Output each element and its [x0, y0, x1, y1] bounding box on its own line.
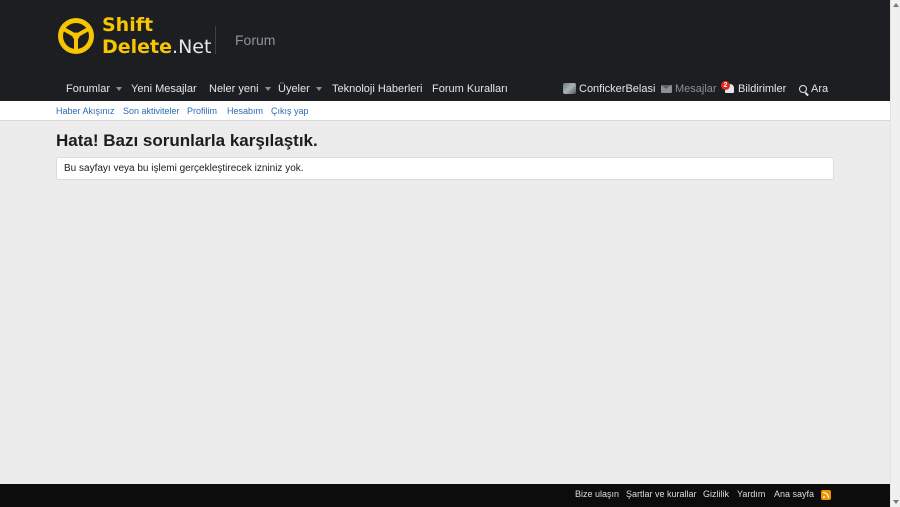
logo-emblem-icon [58, 18, 94, 54]
nav-ara[interactable]: Ara [799, 83, 828, 95]
logo-text-delete-main: Delete [102, 36, 173, 58]
nav-neler-yeni[interactable]: Neler yeni [209, 83, 271, 95]
footer-sartlar[interactable]: Şartlar ve kurallar [626, 489, 697, 499]
nav-user-account[interactable]: ConfickerBelasi [563, 83, 655, 95]
nav-teknoloji-haberleri[interactable]: Teknoloji Haberleri [332, 83, 423, 95]
search-icon [799, 85, 807, 93]
subnav-hesabim[interactable]: Hesabım [227, 106, 263, 116]
footer-gizlilik[interactable]: Gizlilik [703, 489, 729, 499]
site-header: Shift Delete.Net Forum [0, 0, 890, 80]
footer-yardim[interactable]: Yardım [737, 489, 765, 499]
page-title: Hata! Bazı sorunlarla karşılaştık. [56, 131, 318, 150]
nav-uyeler-label: Üyeler [278, 83, 310, 95]
header-section-label[interactable]: Forum [235, 32, 275, 48]
nav-username: ConfickerBelasi [579, 83, 656, 95]
nav-forum-kurallari[interactable]: Forum Kuralları [432, 83, 508, 95]
nav-bildirimler-label: Bildirimler [738, 83, 787, 95]
nav-uyeler[interactable]: Üyeler [278, 83, 322, 95]
nav-forumlar-label: Forumlar [66, 83, 111, 95]
scroll-down-icon[interactable] [893, 500, 899, 504]
sub-navigation: Haber Akışınız Son aktiviteler Profilim … [0, 101, 890, 121]
site-footer: Bize ulaşın Şartlar ve kurallar Gizlilik… [0, 484, 890, 507]
nav-yeni-mesajlar[interactable]: Yeni Mesajlar [131, 83, 197, 95]
logo-text-net: .Net [172, 36, 212, 58]
nav-forumlar[interactable]: Forumlar [66, 83, 123, 95]
subnav-haber-akisi[interactable]: Haber Akışınız [56, 106, 115, 116]
error-message-box: Bu sayfayı veya bu işlemi gerçekleştirec… [56, 157, 834, 180]
nav-neler-yeni-label: Neler yeni [209, 83, 259, 95]
subnav-son-aktiviteler[interactable]: Son aktiviteler [123, 106, 180, 116]
avatar [563, 83, 576, 94]
nav-bildirimler[interactable]: Bildirimler [725, 83, 786, 95]
nav-mesajlar-label: Mesajlar [675, 83, 717, 95]
notification-count-badge: 2 [721, 81, 730, 90]
chevron-down-icon[interactable] [116, 87, 123, 92]
footer-bize-ulasin[interactable]: Bize ulaşın [575, 489, 619, 499]
vertical-scrollbar[interactable] [890, 0, 900, 507]
site-logo[interactable]: Shift Delete.Net [56, 14, 211, 60]
subnav-profilim[interactable]: Profilim [187, 106, 217, 116]
chevron-down-icon[interactable] [315, 87, 322, 92]
error-message-text: Bu sayfayı veya bu işlemi gerçekleştirec… [64, 163, 304, 174]
header-divider [215, 26, 216, 54]
subnav-cikis-yap[interactable]: Çıkış yap [271, 106, 309, 116]
footer-ana-sayfa[interactable]: Ana sayfa [774, 489, 814, 499]
scroll-up-icon[interactable] [893, 3, 899, 7]
rss-icon[interactable] [821, 490, 831, 500]
nav-ara-label: Ara [811, 83, 829, 95]
main-navigation: Forumlar Yeni Mesajlar Neler yeni Üyeler… [0, 80, 890, 101]
page: Shift Delete.Net Forum Forumlar Yeni Mes… [0, 0, 890, 507]
nav-mesajlar[interactable]: Mesajlar [661, 83, 717, 95]
logo-text-shift: Shift [102, 14, 154, 36]
envelope-icon [661, 85, 672, 93]
logo-text-delete: Delete.Net [102, 36, 211, 58]
chevron-down-icon[interactable] [264, 87, 271, 92]
